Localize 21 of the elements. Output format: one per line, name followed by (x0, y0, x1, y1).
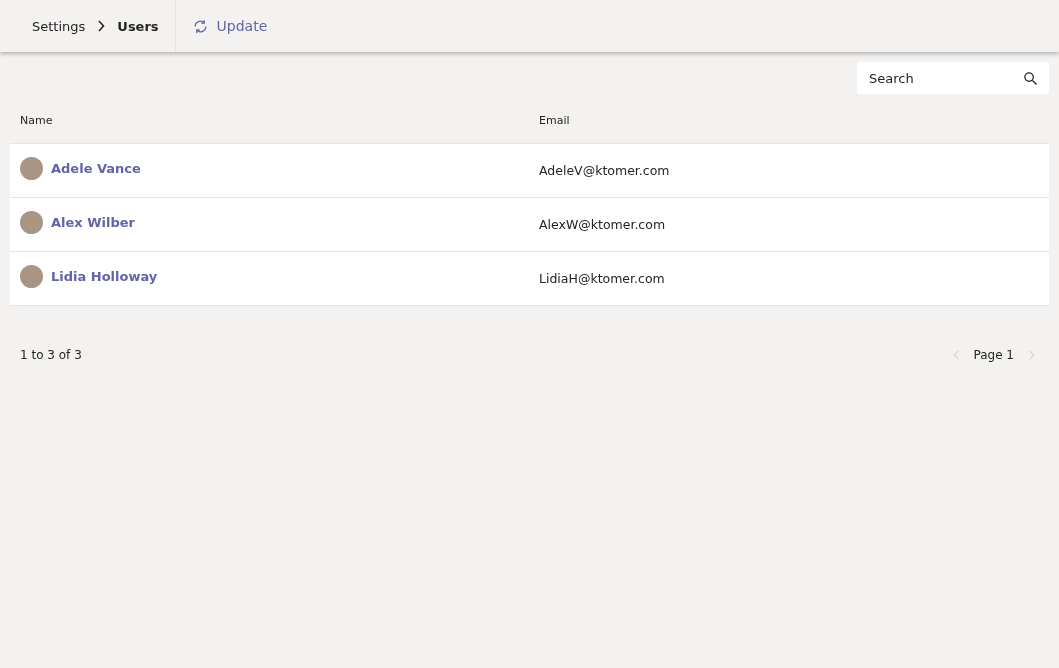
table-cell-text: LidiaH@ktomer.com (539, 271, 666, 286)
user-name-link[interactable]: Adele Vance (51, 161, 141, 176)
chevron-right-icon (97, 20, 106, 32)
user-name-link[interactable]: Alex Wilber (51, 215, 136, 230)
table-cell-text: AlexW@ktomer.com (539, 217, 667, 232)
result-count: 1 to 3 of 3 (20, 348, 82, 362)
breadcrumb-current: Users (117, 18, 159, 34)
user-name-link[interactable]: Lidia Holloway (51, 269, 158, 284)
avatar (20, 211, 43, 234)
column-header: Email (539, 114, 571, 127)
chevron-right-icon (1028, 350, 1035, 360)
table-cell-text: AdeleV@ktomer.com (539, 163, 671, 178)
avatar (20, 157, 43, 180)
breadcrumb-link[interactable]: Settings (32, 18, 86, 34)
search-field[interactable]: Search (857, 62, 1049, 94)
update-button[interactable]: Update (175, 17, 284, 35)
column-header: Name (20, 114, 54, 127)
avatar (20, 265, 43, 288)
search-icon (1023, 71, 1038, 86)
chevron-left-icon (952, 350, 960, 360)
page-label: Page 1 (973, 348, 1014, 362)
